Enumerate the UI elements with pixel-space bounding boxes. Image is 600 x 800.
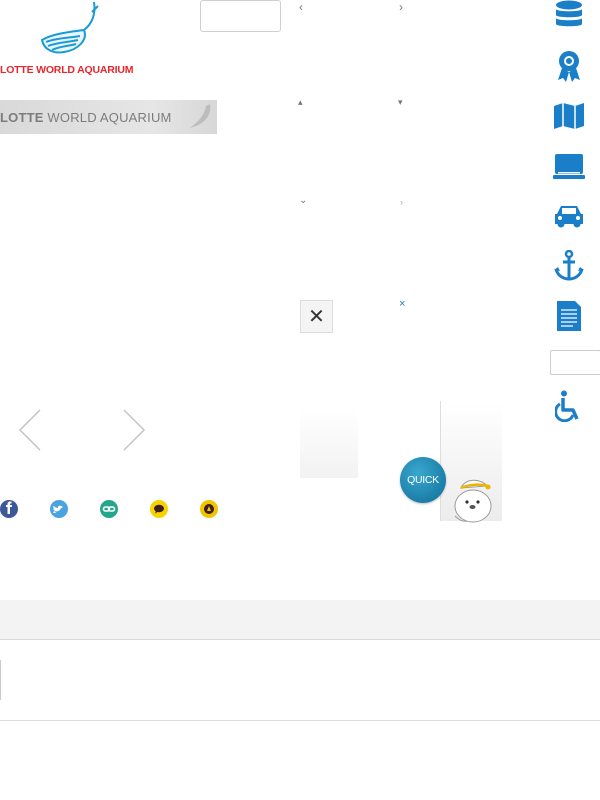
kakaostory-icon[interactable]	[200, 500, 218, 518]
right-input-box[interactable]	[550, 350, 600, 375]
footer-bar	[0, 600, 600, 640]
facebook-icon[interactable]	[0, 500, 18, 518]
whale-logo-icon	[40, 1, 99, 54]
side-panel-placeholder	[300, 408, 358, 478]
map-icon[interactable]	[553, 100, 585, 132]
quick-menu-button[interactable]: QUICK	[400, 457, 446, 503]
down-arrow-icon[interactable]: ▾	[398, 96, 403, 108]
chevron-down-icon[interactable]: ⌄	[299, 195, 307, 207]
laptop-icon[interactable]	[553, 150, 585, 182]
document-icon[interactable]	[553, 300, 585, 332]
up-arrow-icon[interactable]: ▴	[298, 96, 303, 108]
next-arrow-icon[interactable]: ›	[399, 1, 403, 13]
car-icon[interactable]	[553, 200, 585, 232]
database-icon[interactable]	[553, 0, 585, 32]
footer-divider	[0, 660, 1, 700]
twitter-icon[interactable]	[50, 500, 68, 518]
small-close-icon[interactable]: ×	[399, 298, 405, 310]
link-icon[interactable]	[100, 500, 118, 518]
close-icon: ✕	[308, 306, 325, 328]
logo-text: LOTTE WORLD AQUARIUM	[0, 64, 134, 76]
slider-next-icon[interactable]	[122, 409, 146, 451]
logo2-text-bold: LOTTE	[0, 110, 44, 125]
whale-tail-icon	[190, 104, 211, 128]
logo-primary[interactable]: LOTTE WORLD AQUARIUM	[0, 0, 142, 80]
award-icon[interactable]	[553, 50, 585, 82]
seal-mascot-icon	[454, 479, 492, 523]
footer-content-area	[0, 640, 600, 721]
quick-menu-label: QUICK	[407, 474, 439, 486]
logo-secondary: LOTTE WORLD AQUARIUM	[0, 100, 217, 134]
chevron-right-icon[interactable]: ›	[400, 196, 403, 208]
anchor-icon[interactable]	[553, 250, 585, 282]
top-input-box[interactable]	[200, 0, 281, 32]
wheelchair-icon[interactable]	[553, 390, 585, 422]
prev-arrow-icon[interactable]: ‹	[299, 1, 303, 13]
kakaotalk-icon[interactable]	[150, 500, 168, 518]
logo2-text: LOTTE WORLD AQUARIUM	[0, 110, 172, 125]
logo2-text-rest: WORLD AQUARIUM	[43, 110, 172, 125]
slider-prev-icon[interactable]	[18, 409, 42, 451]
close-button[interactable]: ✕	[300, 300, 333, 333]
